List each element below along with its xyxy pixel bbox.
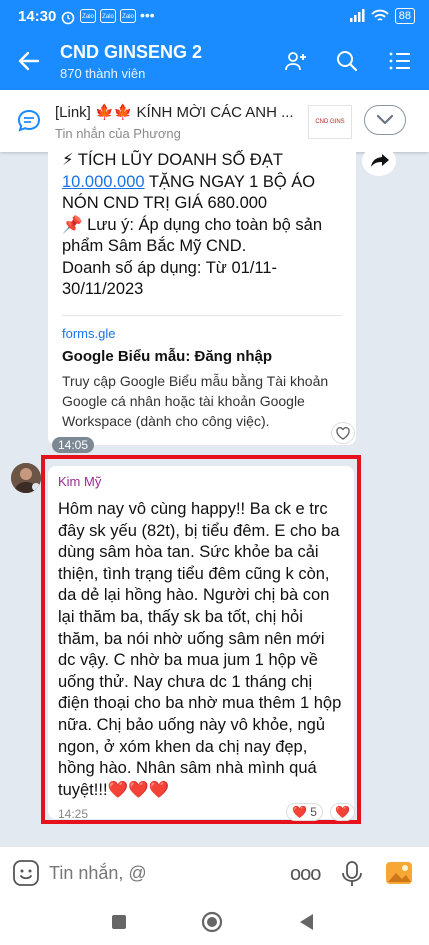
menu-list-icon[interactable] — [388, 49, 412, 73]
share-button[interactable] — [362, 146, 396, 176]
chevron-down-icon — [376, 114, 394, 125]
message-bubble[interactable]: ⚡ TÍCH LŨY DOANH SỐ ĐẠT 10.000.000 TẶNG … — [48, 150, 356, 445]
link-domain[interactable]: forms.gle — [62, 326, 342, 341]
add-member-icon[interactable] — [284, 49, 308, 73]
chat-bubble-icon — [17, 109, 41, 132]
divider — [62, 314, 342, 316]
alarm-icon — [61, 11, 75, 25]
more-options-icon[interactable]: ooo — [290, 863, 321, 886]
back-arrow-icon[interactable] — [16, 48, 42, 74]
message-input[interactable]: Tin nhắn, @ — [49, 863, 147, 884]
heart-icon: ❤️ — [292, 805, 307, 819]
message-time: 14:05 — [52, 437, 95, 453]
sender-name[interactable]: Kim Mỹ — [58, 474, 344, 489]
battery-icon: 88 — [394, 8, 415, 24]
system-nav-bar — [0, 900, 429, 945]
home-icon[interactable] — [201, 911, 223, 933]
zalo-icon: Zalo — [100, 9, 116, 23]
message-line: ⚡ TÍCH LŨY DOANH SỐ ĐẠT — [62, 151, 283, 169]
reaction-count: 5 — [310, 805, 317, 819]
zalo-icon: Zalo — [120, 9, 136, 23]
more-dots-icon: ••• — [140, 7, 155, 23]
message-bubble[interactable]: Kim Mỹ Hôm nay vô cùng happy!! Ba ck e t… — [48, 466, 354, 821]
expand-pinned-button[interactable] — [364, 105, 406, 135]
heart-icon: ❤️ — [335, 805, 350, 819]
reaction-summary[interactable]: ❤️ 5 — [286, 803, 323, 821]
emoji-icon[interactable] — [12, 859, 40, 887]
message-text: ⚡ TÍCH LŨY DOANH SỐ ĐẠT 10.000.000 TẶNG … — [62, 150, 342, 301]
wifi-icon — [371, 9, 389, 21]
status-time: 14:30 — [18, 8, 57, 25]
status-notification-icons: Zalo Zalo Zalo ••• — [60, 7, 155, 25]
recent-apps-icon[interactable] — [111, 914, 127, 930]
image-icon[interactable] — [385, 859, 413, 887]
pinned-subtitle: Tin nhắn của Phương — [55, 126, 181, 141]
status-bar: 14:30 Zalo Zalo Zalo ••• 88 — [0, 0, 429, 33]
message-text: Hôm nay vô cùng happy!! Ba ck e trc đây … — [58, 500, 342, 799]
microphone-icon[interactable] — [340, 860, 364, 888]
status-right: 88 — [349, 8, 415, 24]
message-input-bar: Tin nhắn, @ ooo — [0, 846, 429, 901]
message-line: 📌 Lưu ý: Áp dụng cho toàn bộ sản phẩm Sâ… — [62, 215, 323, 256]
react-button[interactable] — [331, 422, 355, 444]
search-icon[interactable] — [335, 49, 359, 73]
zalo-icon: Zalo — [80, 9, 96, 23]
member-count: 870 thành viên — [60, 66, 146, 81]
avatar[interactable] — [11, 463, 41, 493]
pinned-thumbnail: CND GINS — [308, 105, 352, 139]
message-line: Doanh số áp dụng: Từ 01/11-30/11/2023 — [62, 258, 277, 299]
avatar-photo — [11, 463, 41, 493]
group-name[interactable]: CND GINSENG 2 — [60, 42, 202, 63]
back-icon[interactable] — [297, 912, 315, 932]
link-description: Truy cập Google Biểu mẫu bằng Tài khoản … — [62, 372, 329, 429]
share-arrow-icon — [371, 154, 389, 167]
pinned-title: [Link] 🍁🍁 KÍNH MỜI CÁC ANH ... — [55, 104, 294, 121]
link-title[interactable]: Google Biểu mẫu: Đăng nhập — [62, 348, 342, 365]
signal-icon — [349, 9, 365, 22]
heart-outline-icon — [336, 426, 350, 440]
pinned-message[interactable]: [Link] 🍁🍁 KÍNH MỜI CÁC ANH ... Tin nhắn … — [0, 90, 429, 152]
react-button[interactable]: ❤️ — [330, 803, 355, 821]
amount-link[interactable]: 10.000.000 — [62, 173, 145, 191]
chat-header: CND GINSENG 2 870 thành viên — [0, 33, 429, 90]
